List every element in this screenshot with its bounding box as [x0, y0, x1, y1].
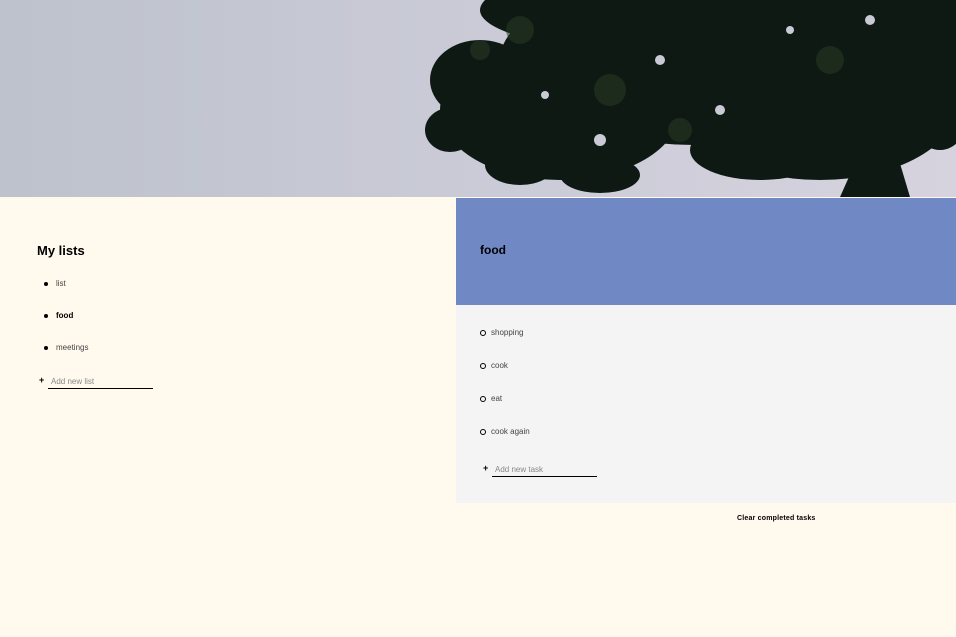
checkbox-icon[interactable]: [480, 363, 486, 369]
list-item-active[interactable]: food: [44, 308, 88, 340]
list-item[interactable]: meetings: [44, 340, 88, 372]
checkbox-icon[interactable]: [480, 429, 486, 435]
new-list-form: +: [39, 374, 159, 390]
task-panel: food shopping cook eat cook again +: [456, 198, 956, 503]
task-item[interactable]: cook: [480, 358, 530, 391]
task-item[interactable]: cook again: [480, 424, 530, 457]
new-task-form: +: [483, 462, 603, 478]
list-item[interactable]: list: [44, 276, 88, 308]
task-label: cook again: [491, 427, 530, 436]
new-task-input[interactable]: [492, 462, 597, 477]
list-title: food: [480, 243, 506, 257]
task-label: eat: [491, 394, 503, 403]
tree-silhouette: [425, 0, 956, 197]
task-item[interactable]: shopping: [480, 325, 530, 358]
task-list: shopping cook eat cook again: [480, 325, 530, 457]
clear-completed-button[interactable]: Clear completed tasks: [737, 515, 816, 522]
new-list-input[interactable]: [48, 374, 153, 389]
checkbox-icon[interactable]: [480, 396, 486, 402]
task-label: cook: [491, 361, 508, 370]
task-label: shopping: [491, 328, 524, 337]
task-header: food: [456, 198, 956, 305]
plus-icon[interactable]: +: [39, 375, 44, 385]
lists: list food meetings: [44, 276, 88, 372]
header-photo: [0, 0, 956, 197]
checkbox-icon[interactable]: [480, 330, 486, 336]
task-item[interactable]: eat: [480, 391, 530, 424]
lists-title: My lists: [37, 243, 85, 258]
plus-icon[interactable]: +: [483, 463, 488, 473]
